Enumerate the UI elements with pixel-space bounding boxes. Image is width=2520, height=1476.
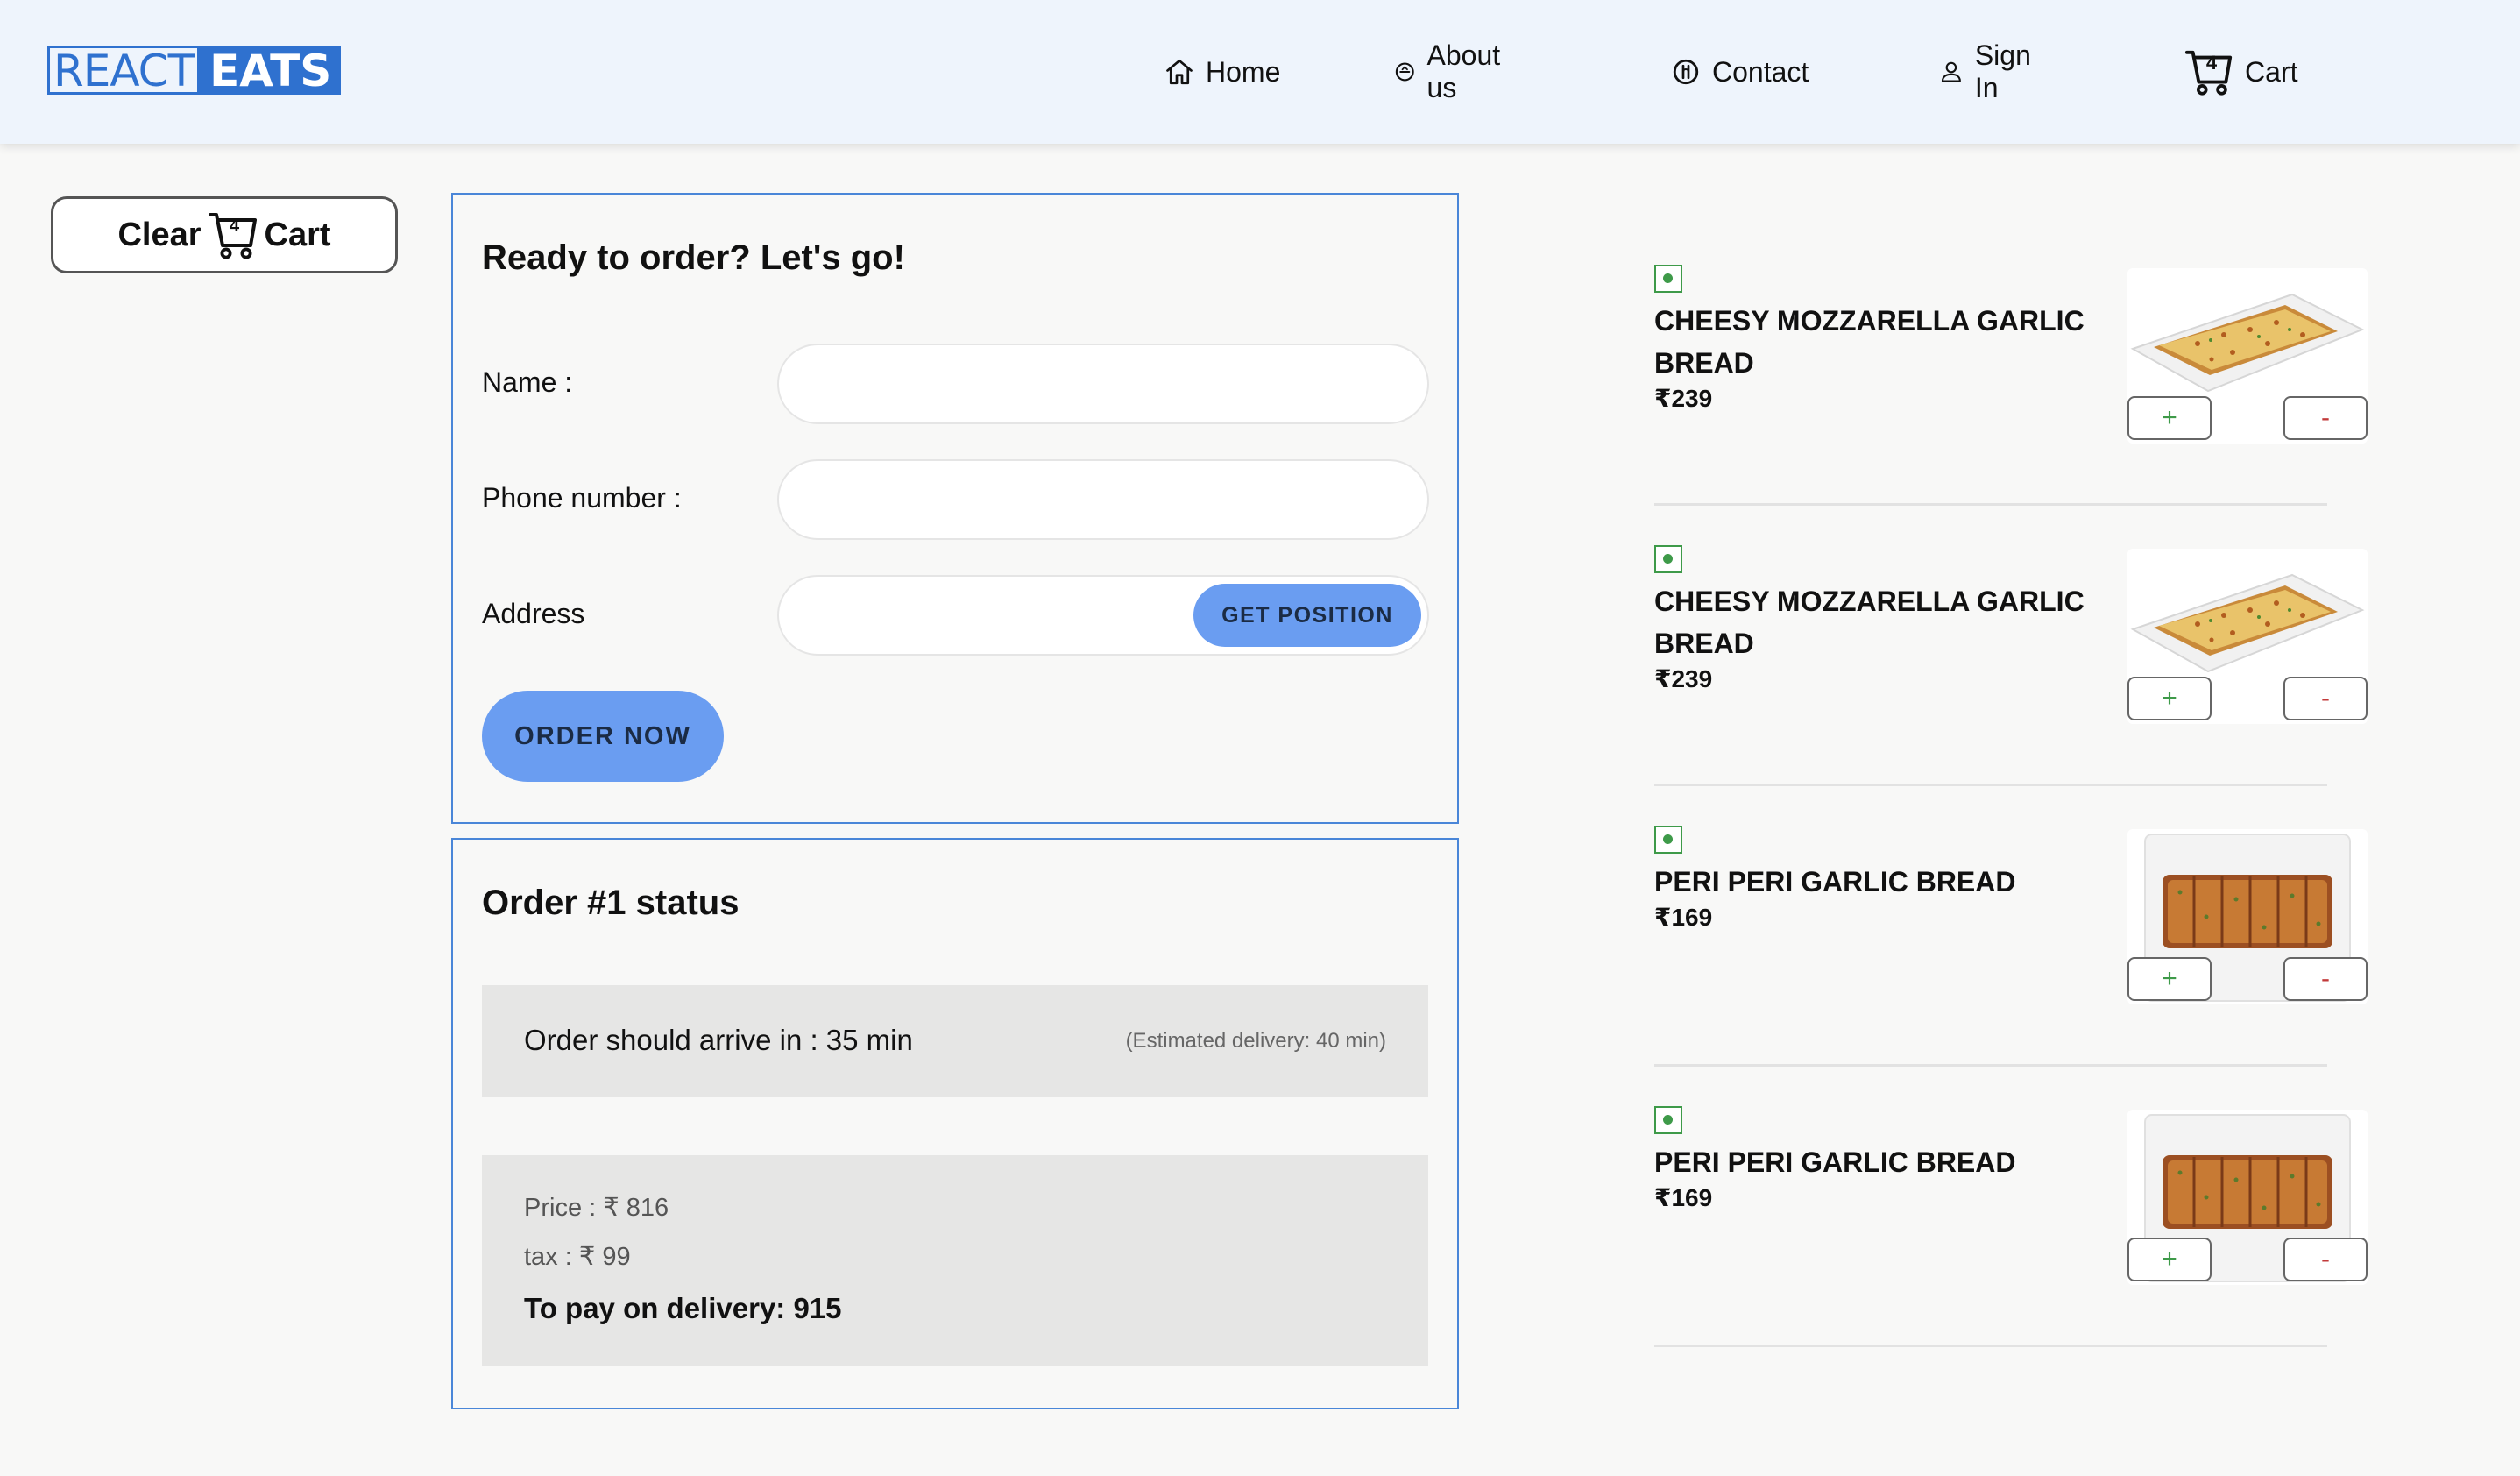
brand-logo[interactable]: REACT EATS xyxy=(47,46,342,95)
decrease-quantity-button[interactable]: - xyxy=(2283,677,2368,720)
eta-box: Order should arrive in : 35 min (Estimat… xyxy=(482,985,1428,1097)
price-text: Price : ₹ 816 xyxy=(524,1194,669,1222)
clear-cart-button[interactable]: Clear 4 Cart xyxy=(51,196,398,273)
decrease-quantity-button[interactable]: - xyxy=(2283,396,2368,440)
cart-count-badge: 4 xyxy=(2205,52,2218,74)
compass-icon xyxy=(1395,62,1414,82)
increase-quantity-button[interactable]: + xyxy=(2127,396,2212,440)
name-input[interactable] xyxy=(777,344,1429,424)
item-divider xyxy=(1654,503,2327,506)
contact-icon xyxy=(1673,59,1699,85)
veg-indicator-icon xyxy=(1654,826,1682,854)
item-price: ₹239 xyxy=(1654,665,1713,692)
price-summary-box: Price : ₹ 816 tax : ₹ 99 To pay on deliv… xyxy=(482,1155,1428,1366)
home-icon xyxy=(1166,59,1193,85)
user-icon xyxy=(1941,61,1961,82)
nav-cart[interactable]: 4 Cart xyxy=(2184,46,2297,98)
phone-label: Phone number : xyxy=(482,482,682,514)
item-divider xyxy=(1654,1064,2327,1067)
nav-cart-label: Cart xyxy=(2245,55,2298,88)
nav-home[interactable]: Home xyxy=(1164,46,1280,98)
menu-item: CHEESY MOZZARELLA GARLIC BREAD ₹239 + - xyxy=(1654,265,2368,545)
increase-quantity-button[interactable]: + xyxy=(2127,957,2212,1001)
clear-cart-label-left: Clear xyxy=(117,216,202,253)
address-label: Address xyxy=(482,598,585,629)
increase-quantity-button[interactable]: + xyxy=(2127,677,2212,720)
tax-text: tax : ₹ 99 xyxy=(524,1243,631,1271)
nav-signin[interactable]: Sign In xyxy=(1938,39,2040,103)
clear-cart-label-right: Cart xyxy=(264,216,331,253)
item-divider xyxy=(1654,1345,2327,1347)
order-form-panel: Ready to order? Let's go! Name : Phone n… xyxy=(451,193,1459,824)
clear-cart-count: 4 xyxy=(229,216,240,236)
veg-indicator-icon xyxy=(1654,1106,1682,1134)
increase-quantity-button[interactable]: + xyxy=(2127,1238,2212,1281)
brand-logo-part2: EATS xyxy=(200,46,342,95)
decrease-quantity-button[interactable]: - xyxy=(2283,957,2368,1001)
item-price: ₹169 xyxy=(1654,1184,1713,1211)
nav-about-label: About us xyxy=(1426,39,1501,103)
order-status-panel: Order #1 status Order should arrive in :… xyxy=(451,838,1459,1409)
item-name: PERI PERI GARLIC BREAD xyxy=(1654,1146,2016,1178)
item-name: CHEESY MOZZARELLA GARLIC BREAD xyxy=(1654,305,2085,379)
nav-contact-label: Contact xyxy=(1712,55,1809,88)
phone-input[interactable] xyxy=(777,459,1429,540)
name-label: Name : xyxy=(482,366,573,398)
nav-home-label: Home xyxy=(1206,55,1281,88)
brand-logo-part1: REACT xyxy=(47,46,201,95)
nav-signin-label: Sign In xyxy=(1974,39,2031,103)
menu-item: PERI PERI GARLIC BREAD ₹169 + - xyxy=(1654,1106,2368,1387)
order-now-button[interactable]: ORDER NOW xyxy=(482,691,724,782)
item-name: PERI PERI GARLIC BREAD xyxy=(1654,866,2016,898)
item-price: ₹169 xyxy=(1654,904,1713,931)
cart-icon: 4 xyxy=(207,208,259,262)
menu-item: CHEESY MOZZARELLA GARLIC BREAD ₹239 + - xyxy=(1654,545,2368,826)
menu-item: PERI PERI GARLIC BREAD ₹169 + - xyxy=(1654,826,2368,1106)
eta-text: Order should arrive in : 35 min xyxy=(524,1024,913,1056)
estimated-delivery-text: (Estimated delivery: 40 min) xyxy=(1125,1029,1386,1053)
to-pay-text: To pay on delivery: 915 xyxy=(524,1292,842,1324)
order-status-title: Order #1 status xyxy=(482,883,740,922)
item-price: ₹239 xyxy=(1654,385,1713,412)
get-position-button[interactable]: GET POSITION xyxy=(1193,584,1421,647)
nav-about[interactable]: About us xyxy=(1393,39,1509,103)
top-navbar: REACT EATS Home About us Contact Sign In… xyxy=(0,0,2520,144)
veg-indicator-icon xyxy=(1654,545,1682,573)
order-form-title: Ready to order? Let's go! xyxy=(482,238,905,277)
item-divider xyxy=(1654,784,2327,786)
cart-icon: 4 xyxy=(2184,46,2234,97)
veg-indicator-icon xyxy=(1654,265,1682,293)
item-name: CHEESY MOZZARELLA GARLIC BREAD xyxy=(1654,585,2085,659)
nav-contact[interactable]: Contact xyxy=(1670,46,1809,98)
decrease-quantity-button[interactable]: - xyxy=(2283,1238,2368,1281)
